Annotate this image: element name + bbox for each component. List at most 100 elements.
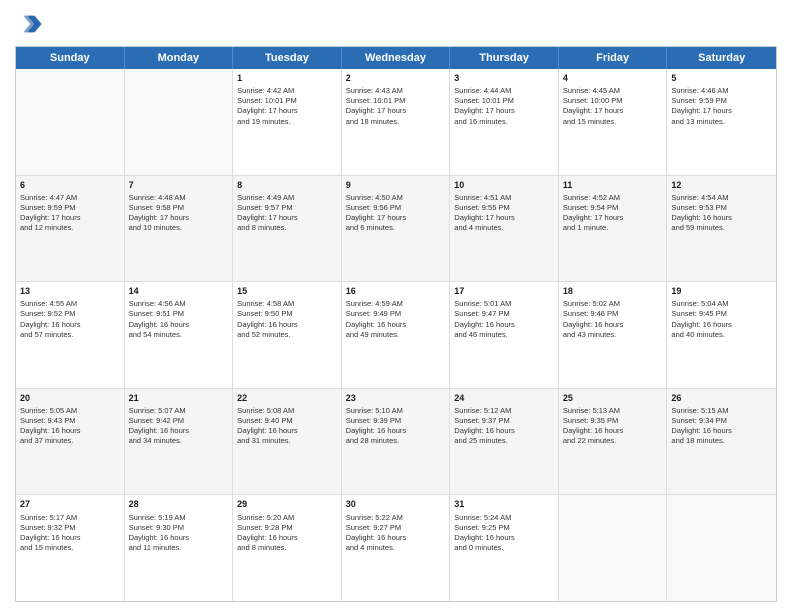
day-cell-30: 30 Sunrise: 5:22 AM Sunset: 9:27 PM Dayli… [342,495,451,601]
day-info: Sunrise: 5:24 AM Sunset: 9:25 PM Dayligh… [454,513,554,554]
day-cell-31: 31 Sunrise: 5:24 AM Sunset: 9:25 PM Dayli… [450,495,559,601]
header [15,10,777,38]
day-cell-15: 15 Sunrise: 4:58 AM Sunset: 9:50 PM Dayli… [233,282,342,388]
day-info: Sunrise: 5:05 AM Sunset: 9:43 PM Dayligh… [20,406,120,447]
day-number: 10 [454,179,554,191]
day-cell-13: 13Sunrise: 4:55 AM Sunset: 9:52 PM Dayli… [16,282,125,388]
day-number: 24 [454,392,554,404]
day-number: 16 [346,285,446,297]
day-cell-8: 8 Sunrise: 4:49 AM Sunset: 9:57 PM Daylig… [233,176,342,282]
day-cell-28: 28Sunrise: 5:19 AM Sunset: 9:30 PM Dayli… [125,495,234,601]
day-cell-19: 19 Sunrise: 5:04 AM Sunset: 9:45 PM Dayli… [667,282,776,388]
day-number: 30 [346,498,446,510]
day-cell-11: 11 Sunrise: 4:52 AM Sunset: 9:54 PM Dayli… [559,176,668,282]
day-cell-12: 12 Sunrise: 4:54 AM Sunset: 9:53 PM Dayli… [667,176,776,282]
day-cell-4: 4Sunrise: 4:45 AM Sunset: 10:00 PM Dayli… [559,69,668,175]
day-info: Sunrise: 4:58 AM Sunset: 9:50 PM Dayligh… [237,299,337,340]
day-info: Sunrise: 4:51 AM Sunset: 9:55 PM Dayligh… [454,193,554,234]
day-number: 20 [20,392,120,404]
day-number: 23 [346,392,446,404]
day-info: Sunrise: 4:42 AM Sunset: 10:01 PM Daylig… [237,86,337,127]
day-info: Sunrise: 4:59 AM Sunset: 9:49 PM Dayligh… [346,299,446,340]
header-day-wednesday: Wednesday [342,47,451,69]
day-cell-10: 10 Sunrise: 4:51 AM Sunset: 9:55 PM Dayli… [450,176,559,282]
day-cell-20: 20 Sunrise: 5:05 AM Sunset: 9:43 PM Dayli… [16,389,125,495]
day-cell-25: 25 Sunrise: 5:13 AM Sunset: 9:35 PM Dayli… [559,389,668,495]
day-number: 1 [237,72,337,84]
day-number: 5 [671,72,772,84]
day-cell-5: 5 Sunrise: 4:46 AM Sunset: 9:59 PM Daylig… [667,69,776,175]
day-info: Sunrise: 5:02 AM Sunset: 9:46 PM Dayligh… [563,299,663,340]
day-number: 22 [237,392,337,404]
day-number: 3 [454,72,554,84]
day-number: 29 [237,498,337,510]
day-info: Sunrise: 4:46 AM Sunset: 9:59 PM Dayligh… [671,86,772,127]
day-info: Sunrise: 4:44 AM Sunset: 10:01 PM Daylig… [454,86,554,127]
day-cell-23: 23 Sunrise: 5:10 AM Sunset: 9:39 PM Dayli… [342,389,451,495]
day-info: Sunrise: 5:13 AM Sunset: 9:35 PM Dayligh… [563,406,663,447]
day-info: Sunrise: 4:54 AM Sunset: 9:53 PM Dayligh… [671,193,772,234]
day-info: Sunrise: 5:12 AM Sunset: 9:37 PM Dayligh… [454,406,554,447]
calendar-body: 1 Sunrise: 4:42 AM Sunset: 10:01 PM Dayli… [16,69,776,601]
day-cell-27: 27 Sunrise: 5:17 AM Sunset: 9:32 PM Dayli… [16,495,125,601]
day-cell-7: 7 Sunrise: 4:48 AM Sunset: 9:58 PM Daylig… [125,176,234,282]
day-cell-17: 17Sunrise: 5:01 AM Sunset: 9:47 PM Dayli… [450,282,559,388]
calendar-row-4: 27 Sunrise: 5:17 AM Sunset: 9:32 PM Dayli… [16,495,776,601]
day-number: 19 [671,285,772,297]
header-day-saturday: Saturday [667,47,776,69]
day-number: 17 [454,285,554,297]
header-day-thursday: Thursday [450,47,559,69]
day-cell-18: 18Sunrise: 5:02 AM Sunset: 9:46 PM Dayli… [559,282,668,388]
day-number: 2 [346,72,446,84]
day-number: 9 [346,179,446,191]
day-cell-16: 16 Sunrise: 4:59 AM Sunset: 9:49 PM Dayli… [342,282,451,388]
header-day-monday: Monday [125,47,234,69]
day-info: Sunrise: 5:10 AM Sunset: 9:39 PM Dayligh… [346,406,446,447]
page: SundayMondayTuesdayWednesdayThursdayFrid… [0,0,792,612]
day-number: 11 [563,179,663,191]
day-cell-22: 22 Sunrise: 5:08 AM Sunset: 9:40 PM Dayli… [233,389,342,495]
day-cell-21: 21 Sunrise: 5:07 AM Sunset: 9:42 PM Dayli… [125,389,234,495]
day-info: Sunrise: 4:48 AM Sunset: 9:58 PM Dayligh… [129,193,229,234]
day-info: Sunrise: 5:22 AM Sunset: 9:27 PM Dayligh… [346,513,446,554]
calendar-row-1: 6Sunrise: 4:47 AM Sunset: 9:59 PM Daylig… [16,176,776,283]
calendar-header: SundayMondayTuesdayWednesdayThursdayFrid… [16,47,776,69]
day-number: 13 [20,285,120,297]
day-info: Sunrise: 5:07 AM Sunset: 9:42 PM Dayligh… [129,406,229,447]
day-info: Sunrise: 4:47 AM Sunset: 9:59 PM Dayligh… [20,193,120,234]
day-info: Sunrise: 4:50 AM Sunset: 9:56 PM Dayligh… [346,193,446,234]
day-info: Sunrise: 5:19 AM Sunset: 9:30 PM Dayligh… [129,513,229,554]
empty-cell-4-5 [559,495,668,601]
day-info: Sunrise: 4:45 AM Sunset: 10:00 PM Daylig… [563,86,663,127]
day-number: 31 [454,498,554,510]
day-number: 26 [671,392,772,404]
header-day-friday: Friday [559,47,668,69]
day-number: 21 [129,392,229,404]
day-number: 8 [237,179,337,191]
day-info: Sunrise: 5:08 AM Sunset: 9:40 PM Dayligh… [237,406,337,447]
day-cell-9: 9 Sunrise: 4:50 AM Sunset: 9:56 PM Daylig… [342,176,451,282]
day-info: Sunrise: 5:15 AM Sunset: 9:34 PM Dayligh… [671,406,772,447]
day-cell-14: 14 Sunrise: 4:56 AM Sunset: 9:51 PM Dayli… [125,282,234,388]
empty-cell-0-1 [125,69,234,175]
day-info: Sunrise: 5:20 AM Sunset: 9:28 PM Dayligh… [237,513,337,554]
logo [15,10,47,38]
day-number: 15 [237,285,337,297]
empty-cell-0-0 [16,69,125,175]
day-number: 25 [563,392,663,404]
day-number: 27 [20,498,120,510]
day-number: 7 [129,179,229,191]
day-info: Sunrise: 4:49 AM Sunset: 9:57 PM Dayligh… [237,193,337,234]
empty-cell-4-6 [667,495,776,601]
calendar: SundayMondayTuesdayWednesdayThursdayFrid… [15,46,777,602]
day-cell-26: 26 Sunrise: 5:15 AM Sunset: 9:34 PM Dayli… [667,389,776,495]
day-number: 12 [671,179,772,191]
day-info: Sunrise: 4:52 AM Sunset: 9:54 PM Dayligh… [563,193,663,234]
day-info: Sunrise: 4:56 AM Sunset: 9:51 PM Dayligh… [129,299,229,340]
day-cell-1: 1 Sunrise: 4:42 AM Sunset: 10:01 PM Dayli… [233,69,342,175]
day-cell-3: 3 Sunrise: 4:44 AM Sunset: 10:01 PM Dayli… [450,69,559,175]
day-info: Sunrise: 5:04 AM Sunset: 9:45 PM Dayligh… [671,299,772,340]
day-number: 14 [129,285,229,297]
calendar-row-0: 1 Sunrise: 4:42 AM Sunset: 10:01 PM Dayli… [16,69,776,176]
day-info: Sunrise: 5:17 AM Sunset: 9:32 PM Dayligh… [20,513,120,554]
